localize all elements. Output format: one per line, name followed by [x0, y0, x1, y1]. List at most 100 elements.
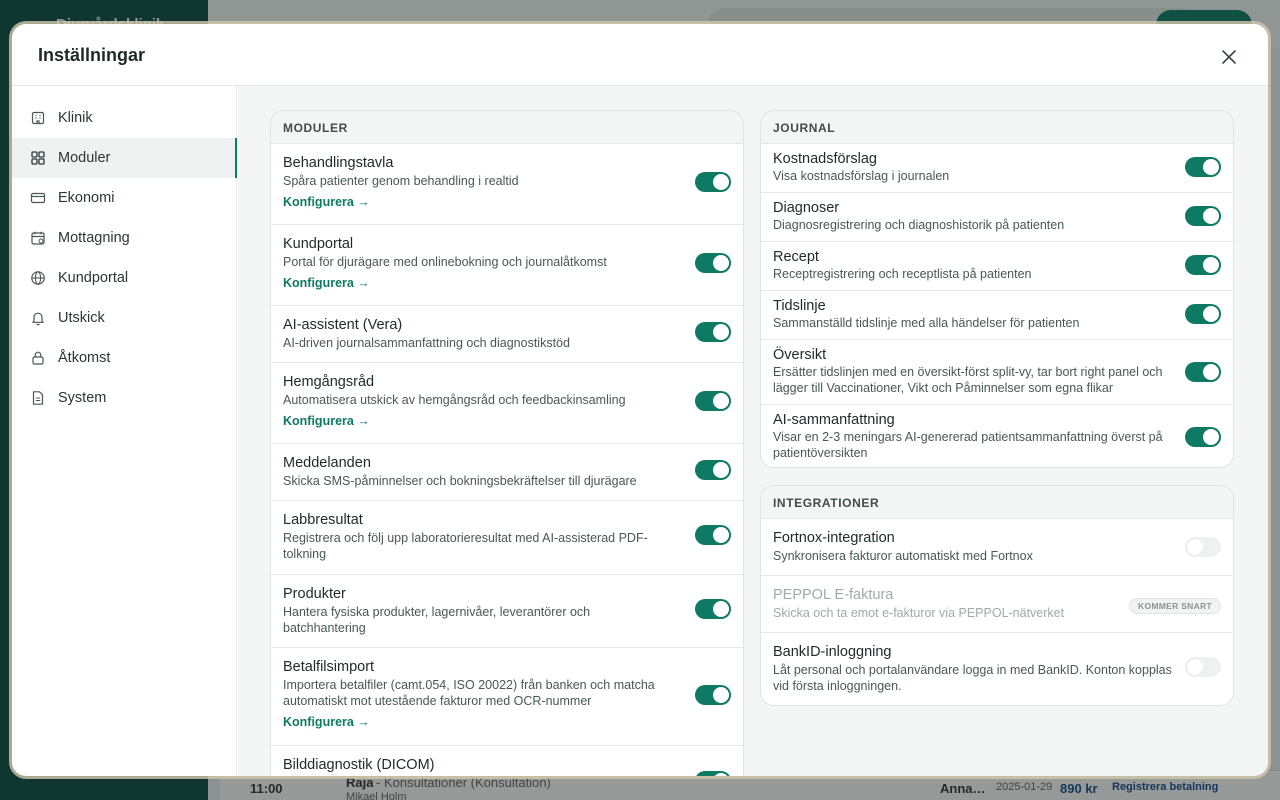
settings-modal: Inställningar Klinik Moduler Ekonomi Mot… [12, 24, 1268, 776]
nav-item-atkomst[interactable]: Åtkomst [12, 338, 236, 378]
integration-toggle[interactable] [1185, 537, 1221, 557]
nav-item-kundportal[interactable]: Kundportal [12, 258, 236, 298]
module-toggle[interactable] [695, 599, 731, 619]
bell-icon [32, 312, 44, 326]
grid-icon [31, 151, 45, 165]
module-title: Labbresultat [283, 512, 363, 528]
nav-label: Åtkomst [58, 350, 111, 366]
nav-item-ekonomi[interactable]: Ekonomi [12, 178, 236, 218]
configure-link[interactable]: Konfigurera → [283, 276, 370, 290]
journal-title: Kostnadsförslag [773, 151, 877, 167]
journal-desc: Visar en 2-3 meningars AI-genererad pati… [773, 430, 1163, 460]
nav-label: Moduler [58, 150, 111, 166]
settings-content: MODULER Behandlingstavla Spåra patienter… [238, 86, 1268, 776]
journal-toggle[interactable] [1185, 427, 1221, 447]
journal-toggle[interactable] [1185, 206, 1221, 226]
moduler-heading: MODULER [271, 111, 743, 144]
module-toggle[interactable] [695, 172, 731, 192]
module-title: Behandlingstavla [283, 155, 394, 171]
journal-row: Översikt Ersätter tidslinjen med en över… [761, 340, 1233, 405]
journal-row: AI-sammanfattning Visar en 2-3 meningars… [761, 405, 1233, 467]
integration-title: Fortnox-integration [773, 530, 895, 546]
journal-heading: JOURNAL [761, 111, 1233, 144]
module-row: Kundportal Portal för djurägare med onli… [271, 225, 743, 306]
integration-row: Fortnox-integration Synkronisera fakturo… [761, 519, 1233, 576]
close-icon [1222, 50, 1236, 64]
nav-item-mottagning[interactable]: Mottagning [12, 218, 236, 258]
nav-label: Mottagning [58, 230, 130, 246]
settings-nav: Klinik Moduler Ekonomi Mottagning Kundpo… [12, 86, 237, 776]
module-row: AI-assistent (Vera) AI-driven journalsam… [271, 306, 743, 363]
module-desc: Importera betalfiler (camt.054, ISO 2002… [283, 678, 655, 708]
integrationer-heading: INTEGRATIONER [761, 486, 1233, 519]
integration-row: BankID-inloggning Låt personal och porta… [761, 633, 1233, 705]
module-title: Kundportal [283, 236, 354, 252]
journal-toggle[interactable] [1185, 157, 1221, 177]
document-icon [32, 391, 44, 405]
journal-title: Översikt [773, 347, 827, 363]
journal-desc: Diagnosregistrering och diagnoshistorik … [773, 218, 1065, 232]
nav-label: Kundportal [58, 270, 129, 286]
integration-toggle[interactable] [1185, 657, 1221, 677]
module-title: Meddelanden [283, 455, 371, 471]
module-title: Produkter [283, 586, 346, 602]
journal-card: JOURNAL Kostnadsförslag Visa kostnadsför… [760, 110, 1234, 468]
card-icon [30, 192, 46, 204]
module-desc: Portal för djurägare med onlinebokning o… [283, 255, 607, 269]
journal-row: Tidslinje Sammanställd tidslinje med all… [761, 291, 1233, 340]
module-desc: Spåra patienter genom behandling i realt… [283, 174, 519, 188]
modal-header: Inställningar [12, 24, 1268, 86]
nav-item-klinik[interactable]: Klinik [12, 98, 236, 138]
integration-row: PEPPOL E-faktura Skicka och ta emot e-fa… [761, 576, 1233, 633]
journal-row: Recept Receptregistrering och receptlist… [761, 242, 1233, 291]
module-title: Betalfilsimport [283, 659, 375, 675]
module-toggle[interactable] [695, 322, 731, 342]
configure-link[interactable]: Konfigurera → [283, 715, 370, 729]
module-toggle[interactable] [695, 525, 731, 545]
coming-soon-badge: KOMMER SNART [1129, 598, 1221, 614]
module-desc: AI-driven journalsammanfattning och diag… [283, 336, 570, 350]
journal-toggle[interactable] [1185, 304, 1221, 324]
module-row: Labbresultat Registrera och följ upp lab… [271, 501, 743, 575]
moduler-card: MODULER Behandlingstavla Spåra patienter… [270, 110, 744, 776]
close-button[interactable] [1220, 48, 1238, 66]
journal-toggle[interactable] [1185, 255, 1221, 275]
journal-title: Diagnoser [773, 200, 840, 216]
journal-row: Kostnadsförslag Visa kostnadsförslag i j… [761, 144, 1233, 193]
nav-label: Klinik [58, 110, 93, 126]
nav-label: Ekonomi [58, 190, 115, 206]
module-toggle[interactable] [695, 460, 731, 480]
nav-item-utskick[interactable]: Utskick [12, 298, 236, 338]
module-toggle[interactable] [695, 685, 731, 705]
module-title: Bilddiagnostik (DICOM) [283, 757, 435, 773]
integration-title: BankID-inloggning [773, 644, 892, 660]
module-toggle[interactable] [695, 771, 731, 776]
module-desc: Registrera och följ upp laboratorieresul… [283, 531, 648, 561]
configure-link[interactable]: Konfigurera → [283, 195, 370, 209]
journal-desc: Visa kostnadsförslag i journalen [773, 169, 950, 183]
integration-desc: Låt personal och portalanvändare logga i… [773, 663, 1172, 693]
journal-desc: Sammanställd tidslinje med alla händelse… [773, 316, 1080, 330]
module-toggle[interactable] [695, 391, 731, 411]
nav-label: Utskick [58, 310, 105, 326]
module-row: Behandlingstavla Spåra patienter genom b… [271, 144, 743, 225]
journal-toggle[interactable] [1185, 362, 1221, 382]
nav-item-moduler[interactable]: Moduler [12, 138, 237, 178]
module-desc: Skicka SMS-påminnelser och bokningsbekrä… [283, 474, 637, 488]
module-toggle[interactable] [695, 253, 731, 273]
integration-desc: Synkronisera fakturor automatiskt med Fo… [773, 549, 1033, 563]
nav-label: System [58, 390, 107, 406]
module-desc: Automatisera utskick av hemgångsråd och … [283, 393, 626, 407]
module-row: Betalfilsimport Importera betalfiler (ca… [271, 648, 743, 746]
module-row: Meddelanden Skicka SMS-påminnelser och b… [271, 444, 743, 501]
journal-row: Diagnoser Diagnosregistrering och diagno… [761, 193, 1233, 242]
journal-title: AI-sammanfattning [773, 412, 895, 428]
module-row: Produkter Hantera fysiska produkter, lag… [271, 575, 743, 648]
module-desc: Hantera fysiska produkter, lagernivåer, … [283, 605, 591, 635]
module-row: Bilddiagnostik (DICOM) [271, 746, 743, 776]
nav-item-system[interactable]: System [12, 378, 236, 418]
configure-link[interactable]: Konfigurera → [283, 414, 370, 428]
globe-icon [31, 271, 45, 285]
building-icon [31, 111, 45, 125]
journal-title: Recept [773, 249, 819, 265]
